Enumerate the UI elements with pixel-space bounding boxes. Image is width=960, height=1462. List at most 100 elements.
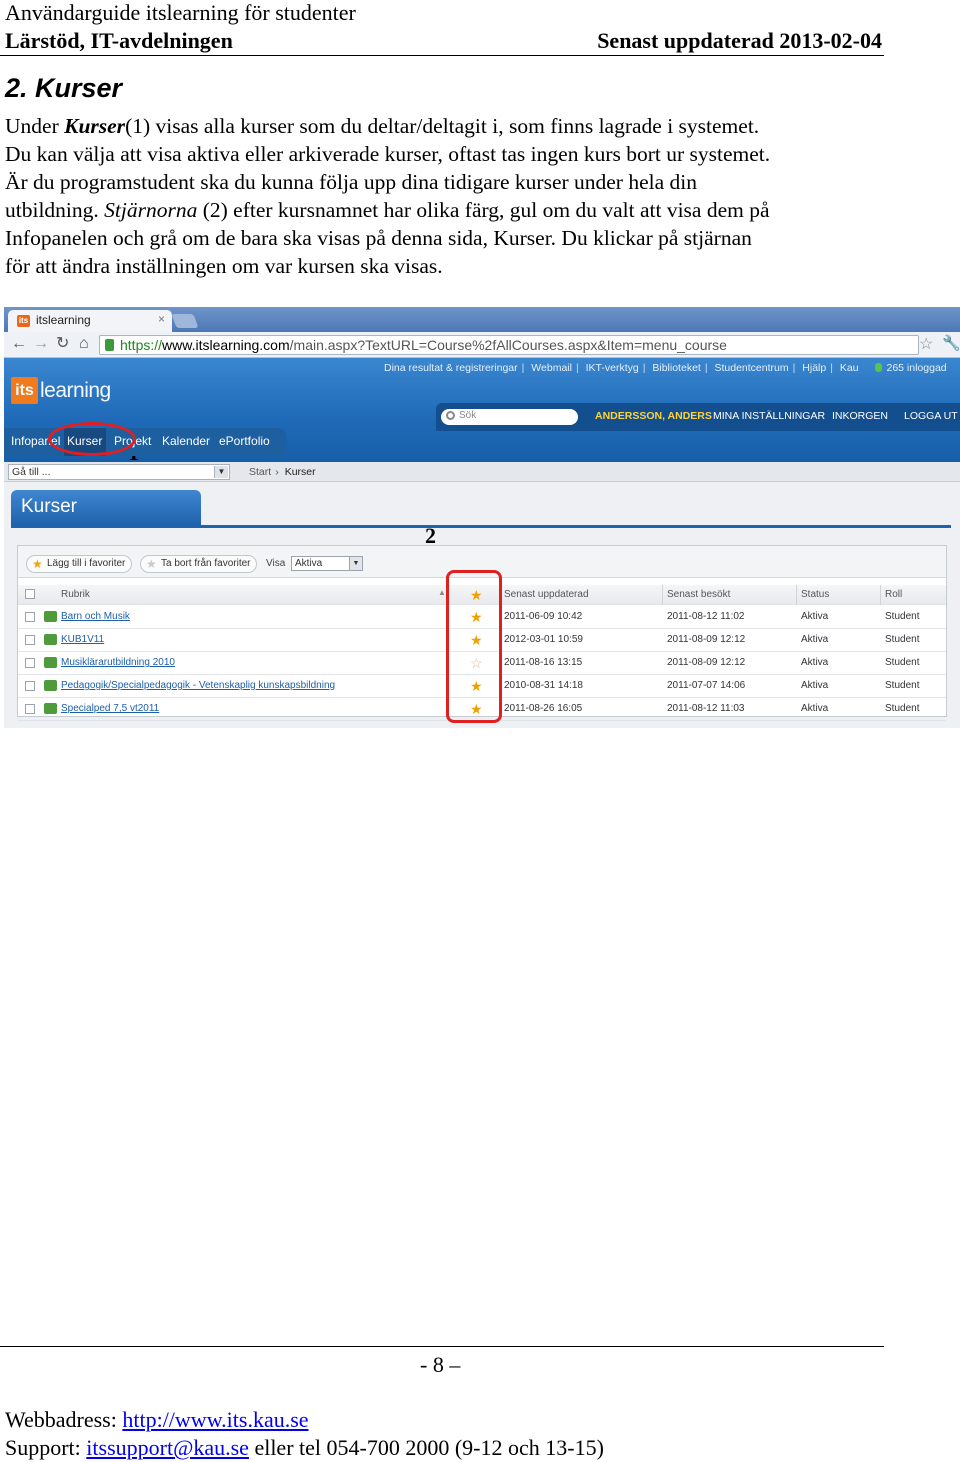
col-status[interactable]: Status — [801, 589, 829, 600]
course-link[interactable]: Barn och Musik — [61, 611, 130, 622]
search-input[interactable]: Sök — [441, 409, 578, 425]
cell-status: Aktiva — [801, 657, 829, 668]
goto-value: Gå till ... — [12, 466, 51, 478]
cell-role: Student — [885, 657, 920, 668]
sub-bar: Gå till ... ▼ Start › Kurser — [4, 462, 960, 482]
search-icon — [446, 411, 455, 420]
support-label: Support: — [5, 1435, 87, 1460]
settings-link[interactable]: MINA INSTÄLLNINGAR — [713, 410, 825, 422]
toplink-ikt[interactable]: IKT-verktyg — [586, 362, 639, 374]
address-bar[interactable]: https://www.itslearning.com/main.aspx?Te… — [99, 335, 919, 355]
goto-select[interactable]: Gå till ... ▼ — [8, 464, 230, 480]
logo-text: learning — [40, 378, 111, 402]
col-updated[interactable]: Senast uppdaterad — [504, 589, 589, 600]
url-scheme: https:// — [120, 337, 163, 353]
para-line-5: Infopanelen och grå om de bara ska visas… — [5, 226, 752, 250]
forward-icon[interactable]: → — [33, 334, 49, 354]
page-title: Kurser — [21, 496, 77, 517]
breadcrumb-separator: › — [275, 466, 279, 478]
bookmark-star-icon[interactable]: ☆ — [919, 334, 933, 354]
new-tab-button[interactable] — [171, 314, 199, 328]
top-links: Dina resultat & registreringar | Webmail |… — [384, 362, 955, 374]
course-link[interactable]: Specialped 7,5 vt2011 — [61, 703, 159, 714]
course-link[interactable]: Musiklärarutbildning 2010 — [61, 657, 175, 668]
cell-role: Student — [885, 680, 920, 691]
para-text: Under — [5, 114, 65, 138]
support-email-link[interactable]: itssupport@kau.se — [86, 1435, 249, 1460]
main-nav: Infopanel Kurser Projekt Kalender ePortf… — [4, 428, 286, 456]
row-checkbox[interactable] — [25, 681, 35, 691]
updated-date: Senast uppdaterad 2013-02-04 — [597, 28, 882, 53]
para-text: (2) efter kursnamnet har olika färg, gul… — [197, 198, 770, 222]
para-line-2: Du kan välja att visa aktiva eller arkiv… — [5, 142, 771, 166]
toplink-webmail[interactable]: Webmail — [531, 362, 572, 374]
cell-status: Aktiva — [801, 680, 829, 691]
cell-role: Student — [885, 634, 920, 645]
annotation-ellipse — [48, 422, 136, 456]
heading-rule — [11, 525, 951, 528]
para-line-6: för att ändra inställningen om var kurse… — [5, 254, 443, 278]
browser-toolbar: ← → ↻ ⌂ https://www.itslearning.com/main… — [4, 332, 960, 358]
toplink-help[interactable]: Hjälp — [802, 362, 826, 374]
cell-visited: 2011-08-09 12:12 — [667, 657, 746, 668]
course-icon — [44, 703, 57, 714]
breadcrumb-start[interactable]: Start — [249, 466, 271, 478]
wrench-icon[interactable]: 🔧 — [942, 334, 960, 352]
star-icon: ★ — [32, 557, 43, 571]
add-favorite-button[interactable]: ★ Lägg till i favoriter — [26, 555, 133, 573]
annotation-rectangle — [446, 570, 502, 723]
course-link[interactable]: Pedagogik/Specialpedagogik - Vetenskapli… — [61, 680, 335, 691]
para-text: utbildning. — [5, 198, 105, 222]
footer-support: Support: itssupport@kau.se eller tel 054… — [5, 1435, 604, 1461]
course-icon — [44, 634, 57, 645]
row-checkbox[interactable] — [25, 635, 35, 645]
cell-updated: 2010-08-31 14:18 — [504, 680, 583, 691]
logo-box: its — [11, 377, 38, 404]
cell-role: Student — [885, 611, 920, 622]
home-icon[interactable]: ⌂ — [79, 334, 89, 354]
close-icon[interactable]: × — [158, 312, 165, 326]
cell-visited: 2011-08-12 11:02 — [667, 611, 745, 622]
separator: | — [830, 362, 833, 374]
support-phone-text: eller tel 054-700 2000 (9-12 och 13-15) — [248, 1435, 604, 1460]
toplink-results[interactable]: Dina resultat & registreringar — [384, 362, 518, 374]
nav-eportfolio[interactable]: ePortfolio — [219, 434, 270, 448]
online-count-text: 265 inloggad — [886, 362, 947, 374]
col-visited[interactable]: Senast besökt — [667, 589, 730, 600]
col-role[interactable]: Roll — [885, 589, 902, 600]
cell-visited: 2011-08-12 11:03 — [667, 703, 745, 714]
row-checkbox[interactable] — [25, 612, 35, 622]
footer-rule — [0, 1346, 884, 1347]
browser-tab[interactable]: its itslearning × — [8, 310, 172, 332]
course-link[interactable]: KUB1V11 — [61, 634, 104, 645]
reload-icon[interactable]: ↻ — [56, 334, 69, 354]
web-link[interactable]: http://www.its.kau.se — [122, 1407, 308, 1432]
nav-kalender[interactable]: Kalender — [162, 434, 210, 448]
para-text: (1) visas alla kurser som du deltar/delt… — [125, 114, 760, 138]
visa-select[interactable]: Aktiva ▼ — [291, 556, 363, 571]
toplink-kau[interactable]: Kau — [840, 362, 859, 374]
toplink-library[interactable]: Biblioteket — [652, 362, 700, 374]
remove-favorite-button[interactable]: ★ Ta bort från favoriter — [140, 555, 258, 573]
back-icon[interactable]: ← — [11, 334, 27, 354]
itslearning-logo[interactable]: its learning — [11, 377, 111, 404]
sort-up-icon: ▲ — [438, 588, 446, 597]
browser-tabbar: its itslearning × — [4, 307, 960, 332]
toplink-studentcenter[interactable]: Studentcentrum — [714, 362, 788, 374]
column-separator — [880, 585, 881, 605]
online-count[interactable]: 265 inloggad — [875, 362, 950, 374]
add-favorite-label: Lägg till i favoriter — [47, 558, 126, 569]
logout-link[interactable]: LOGGA UT — [904, 410, 958, 422]
row-checkbox[interactable] — [25, 704, 35, 714]
page-number: - 8 – — [420, 1352, 461, 1377]
lock-icon — [105, 339, 114, 351]
user-name-link[interactable]: ANDERSSON, ANDERS — [595, 410, 712, 422]
remove-favorite-label: Ta bort från favoriter — [161, 558, 251, 569]
separator: | — [704, 362, 708, 374]
col-rubrik[interactable]: Rubrik — [61, 589, 90, 600]
row-checkbox[interactable] — [25, 658, 35, 668]
inbox-link[interactable]: INKORGEN — [832, 410, 888, 422]
visa-label: Visa — [266, 558, 286, 569]
cell-updated: 2012-03-01 10:59 — [504, 634, 583, 645]
select-all-checkbox[interactable] — [25, 589, 35, 599]
